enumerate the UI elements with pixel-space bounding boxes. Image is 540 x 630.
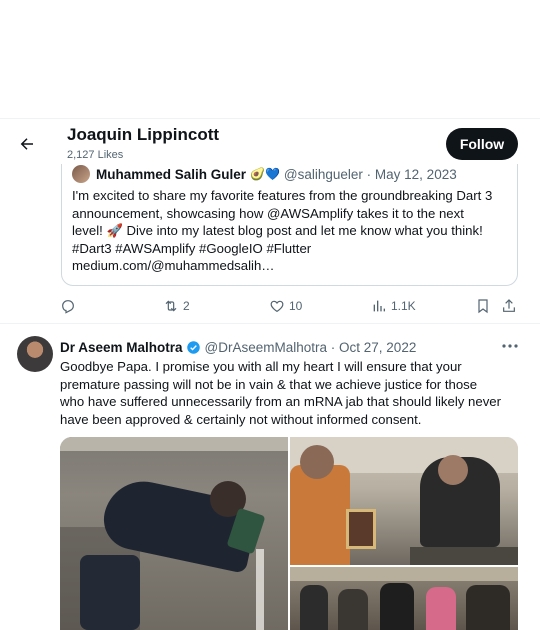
media-photo-3[interactable] <box>290 567 518 630</box>
text-line: I'm excited to share my favorite feature… <box>72 188 493 203</box>
tweet-divider <box>0 323 540 324</box>
tweet-media-grid <box>60 437 518 630</box>
views-button[interactable]: 1.1K <box>371 296 416 316</box>
verified-badge-icon <box>186 340 200 354</box>
text-line: level! 🚀 Dive into my latest blog post a… <box>72 223 483 239</box>
reply-icon <box>62 300 74 314</box>
share-icon <box>503 299 515 312</box>
back-arrow-icon <box>20 138 33 150</box>
more-options-button[interactable] <box>500 338 520 354</box>
tweet-header: Dr Aseem Malhotra @DrAseemMalhotra · Oct… <box>60 338 522 356</box>
share-button[interactable] <box>501 296 517 316</box>
author-emoji: 🥑💙 <box>250 167 280 181</box>
profile-header: Joaquin Lippincott 2,127 Likes Follow <box>0 118 540 164</box>
follow-button[interactable]: Follow <box>446 128 518 160</box>
views-count: 1.1K <box>391 299 416 313</box>
views-icon <box>373 300 385 312</box>
profile-name: Joaquin Lippincott <box>67 125 220 144</box>
link-line[interactable]: medium.com/@muhammedsalih… <box>72 257 512 275</box>
back-button[interactable] <box>14 131 40 157</box>
author-handle-date[interactable]: @DrAseemMalhotra · Oct 27, 2022 <box>205 340 417 355</box>
avatar[interactable] <box>17 336 53 372</box>
like-count: 10 <box>289 299 303 313</box>
quoted-tweet-text: I'm excited to share my favorite feature… <box>72 187 512 275</box>
media-photo-1[interactable] <box>60 437 288 630</box>
quoted-tweet-header: Muhammed Salih Guler 🥑💙 @salihgueler · M… <box>72 165 457 183</box>
heart-icon <box>270 300 284 313</box>
likes-count: 2,127 Likes <box>67 149 124 161</box>
media-photo-2[interactable] <box>290 437 518 565</box>
tweet-actions: 2 10 1.1K <box>0 296 540 318</box>
like-button[interactable]: 10 <box>269 296 302 316</box>
text-line: Goodbye Papa. I promise you with all my … <box>60 359 462 374</box>
text-line: announcement, showcasing how @AWSAmplify… <box>72 205 464 221</box>
bookmark-button[interactable] <box>475 296 491 316</box>
quoted-handle-date[interactable]: @salihgueler · May 12, 2023 <box>284 167 457 182</box>
quoted-author-name[interactable]: Muhammed Salih Guler <box>96 167 246 182</box>
retweet-button[interactable]: 2 <box>163 296 190 316</box>
tweet-text: Goodbye Papa. I promise you with all my … <box>60 358 522 428</box>
more-icon <box>502 344 518 348</box>
retweet-icon <box>165 300 177 312</box>
top-blank-area <box>0 0 540 118</box>
text-line: who have suffered unnecessarily from an … <box>60 394 502 410</box>
hashtags-line[interactable]: #Dart3 #AWSAmplify #GoogleIO #Flutter <box>72 240 512 258</box>
bookmark-icon <box>478 299 488 314</box>
text-line: premature passing will not be in vain & … <box>60 376 478 392</box>
author-name[interactable]: Dr Aseem Malhotra <box>60 340 183 355</box>
avatar[interactable] <box>72 165 90 183</box>
text-line: have been approved & certainly not witho… <box>60 411 422 427</box>
retweet-count: 2 <box>183 299 190 313</box>
reply-button[interactable] <box>60 296 80 316</box>
